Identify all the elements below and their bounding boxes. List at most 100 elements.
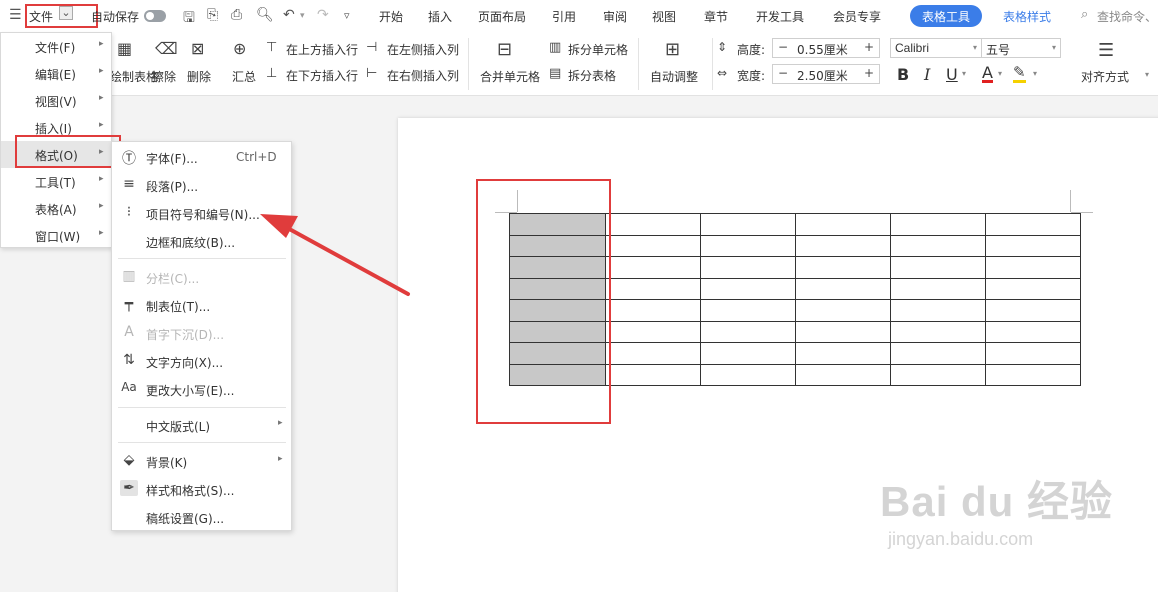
italic-button[interactable]: I <box>924 65 930 84</box>
delete-table-icon[interactable]: ⊠ <box>191 39 204 58</box>
width-value[interactable]: 2.50厘米 <box>797 67 848 84</box>
menu-item-label[interactable]: 工具(T) <box>35 174 76 191</box>
print-icon[interactable]: ⎙ <box>231 7 242 23</box>
menu-item-label[interactable]: 窗口(W) <box>35 228 80 245</box>
menu-item-styles[interactable]: ✒ 样式和格式(S)... <box>112 475 291 503</box>
table-cell[interactable] <box>985 363 1081 386</box>
insert-row-below-icon[interactable]: ⊥ <box>266 66 277 81</box>
font-size-value[interactable]: 五号 <box>986 43 1010 57</box>
table-cell[interactable] <box>985 256 1081 279</box>
table-cell[interactable] <box>700 320 796 343</box>
align-label[interactable]: 对齐方式 <box>1081 68 1129 85</box>
summary-icon[interactable]: ⊕ <box>233 39 246 58</box>
eraser-icon[interactable]: ⌫ <box>155 39 178 58</box>
table-cell[interactable] <box>890 342 986 365</box>
menu-item-edit[interactable]: 编辑(E) ▸ <box>1 60 111 87</box>
table-cell[interactable] <box>795 256 891 279</box>
table-cell[interactable] <box>985 299 1081 322</box>
tab-member[interactable]: 会员专享 <box>833 8 881 25</box>
menu-item-label[interactable]: 更改大小写(E)... <box>146 382 234 399</box>
table-cell[interactable] <box>795 234 891 257</box>
font-color-button[interactable]: A <box>982 65 993 83</box>
highlight-pen-icon[interactable]: ✎ <box>1013 65 1026 83</box>
table-cell[interactable] <box>605 234 701 257</box>
tab-table-style[interactable]: 表格样式 <box>1003 8 1051 25</box>
table-cell[interactable] <box>605 299 701 322</box>
table-cell[interactable] <box>605 363 701 386</box>
menu-item-label[interactable]: 编辑(E) <box>35 66 76 83</box>
chevron-down-icon[interactable]: ▾ <box>1145 70 1149 79</box>
table-cell[interactable] <box>700 342 796 365</box>
menu-item-table[interactable]: 表格(A) ▸ <box>1 195 111 222</box>
table-cell[interactable] <box>890 320 986 343</box>
table-cell[interactable] <box>985 320 1081 343</box>
undo-dropdown-icon[interactable]: ▾ <box>300 11 305 21</box>
underline-button[interactable]: U <box>946 65 958 84</box>
table-cell[interactable] <box>890 234 986 257</box>
insert-col-left[interactable]: 在左侧插入列 <box>387 41 459 58</box>
insert-col-right[interactable]: 在右侧插入列 <box>387 67 459 84</box>
menu-item-label[interactable]: 边框和底纹(B)... <box>146 234 235 251</box>
search-icon[interactable]: ⌕ <box>1081 7 1088 22</box>
chevron-down-icon[interactable]: ▾ <box>1033 69 1037 78</box>
tab-page-layout[interactable]: 页面布局 <box>478 8 526 25</box>
chevron-down-icon[interactable]: ▾ <box>962 69 966 78</box>
tab-table-tools[interactable]: 表格工具 <box>910 5 983 27</box>
table-cell[interactable] <box>985 342 1081 365</box>
table-cell[interactable] <box>700 213 796 236</box>
insert-row-below[interactable]: 在下方插入行 <box>286 67 358 84</box>
table-cell[interactable] <box>795 363 891 386</box>
menu-item-asian-layout[interactable]: 中文版式(L) ▸ <box>112 411 291 439</box>
menu-item-label[interactable]: 制表位(T)... <box>146 298 210 315</box>
menu-item-tools[interactable]: 工具(T) ▸ <box>1 168 111 195</box>
summary-label[interactable]: 汇总 <box>232 68 256 85</box>
table-cell[interactable] <box>700 234 796 257</box>
width-stepper[interactable]: − 2.50厘米 + <box>772 64 880 84</box>
tab-view[interactable]: 视图 <box>652 8 676 25</box>
insert-row-above-icon[interactable]: ⊤ <box>266 40 277 55</box>
search-command-input[interactable]: 查找命令、 <box>1097 8 1157 25</box>
menu-item-label[interactable]: 样式和格式(S)... <box>146 482 234 499</box>
font-name-select[interactable]: Calibri ▾ <box>890 38 982 58</box>
insert-row-above[interactable]: 在上方插入行 <box>286 41 358 58</box>
table-cell[interactable] <box>795 320 891 343</box>
menu-item-label[interactable]: 段落(P)... <box>146 178 198 195</box>
table-cell[interactable] <box>605 213 701 236</box>
print-preview-icon[interactable]: 🔍︎ <box>256 7 274 23</box>
menu-item-window[interactable]: 窗口(W) ▸ <box>1 222 111 249</box>
hamburger-icon[interactable]: ☰ <box>9 7 22 23</box>
table-cell[interactable] <box>700 363 796 386</box>
tab-developer[interactable]: 开发工具 <box>756 8 804 25</box>
menu-item-view[interactable]: 视图(V) ▸ <box>1 87 111 114</box>
menu-item-label[interactable]: 中文版式(L) <box>146 418 210 435</box>
menu-item-manuscript-paper[interactable]: 稿纸设置(G)... <box>112 503 291 531</box>
decrease-height-button[interactable]: − <box>773 39 793 57</box>
customize-quick-access-icon[interactable]: ▿ <box>344 9 350 22</box>
bold-button[interactable]: B <box>897 65 909 84</box>
font-name-value[interactable]: Calibri <box>895 41 929 55</box>
auto-fit-icon[interactable]: ⊞ <box>665 39 680 60</box>
table-cell[interactable] <box>795 213 891 236</box>
tab-chapter[interactable]: 章节 <box>704 8 728 25</box>
table-cell[interactable] <box>605 342 701 365</box>
table-cell[interactable] <box>605 277 701 300</box>
table-cell[interactable] <box>985 234 1081 257</box>
merge-cells-label[interactable]: 合并单元格 <box>480 68 540 85</box>
menu-item-label[interactable]: 文件(F) <box>35 39 75 56</box>
increase-width-button[interactable]: + <box>859 65 879 83</box>
align-icon[interactable]: ☰ <box>1098 40 1114 61</box>
split-cells-icon[interactable]: ▥ <box>549 40 561 55</box>
draw-table-label[interactable]: 绘制表格 <box>110 68 158 85</box>
decrease-width-button[interactable]: − <box>773 65 793 83</box>
eraser-label[interactable]: 擦除 <box>152 68 176 85</box>
tab-insert[interactable]: 插入 <box>428 8 452 25</box>
table-cell[interactable] <box>890 256 986 279</box>
chevron-down-icon[interactable]: ▾ <box>1052 43 1056 52</box>
menu-item-label[interactable]: 背景(K) <box>146 454 187 471</box>
menu-item-change-case[interactable]: Aa 更改大小写(E)... <box>112 375 291 403</box>
format-painter-icon[interactable]: ⎘ <box>207 7 218 23</box>
table-cell[interactable] <box>700 256 796 279</box>
split-table-icon[interactable]: ▤ <box>549 66 561 81</box>
table-cell[interactable] <box>890 213 986 236</box>
menu-item-label[interactable]: 字体(F)... <box>146 150 198 167</box>
